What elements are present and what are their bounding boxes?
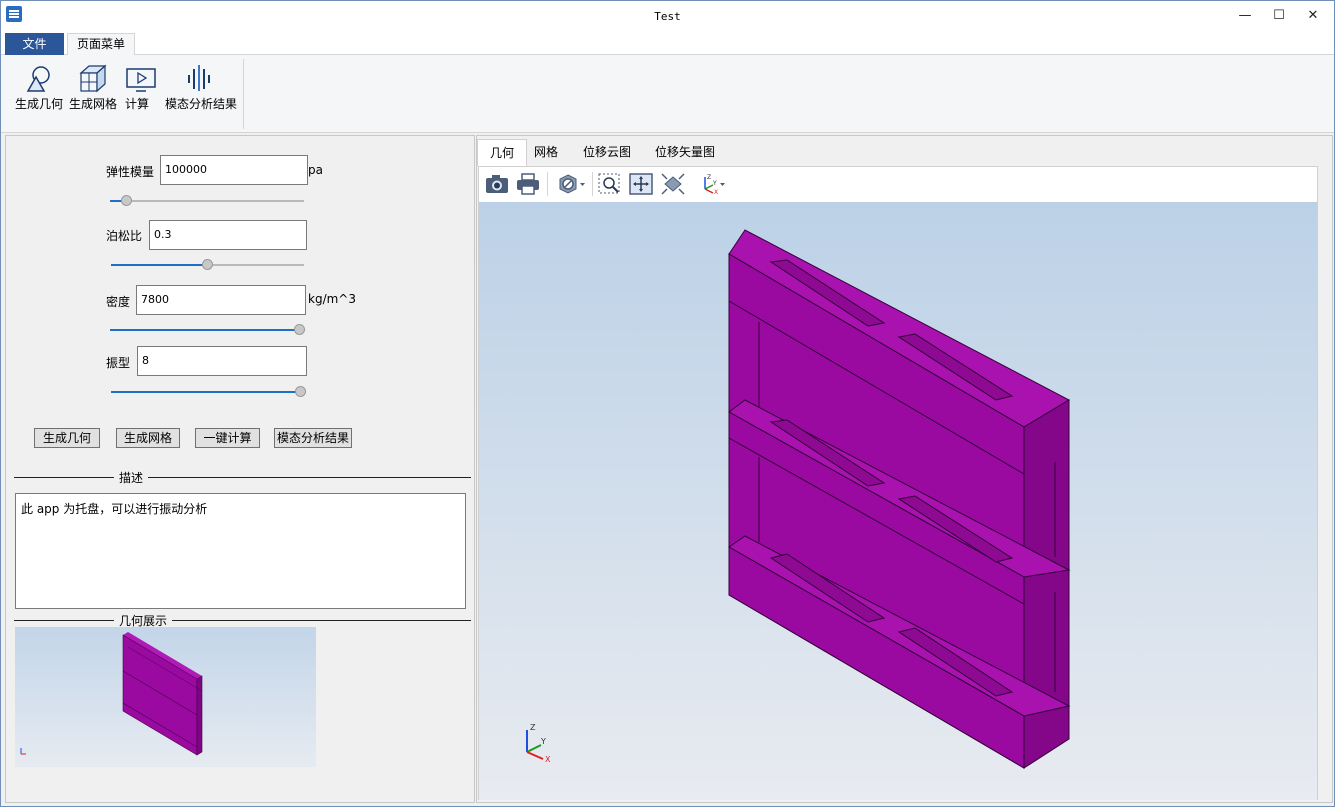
elastic-modulus-unit: pa — [308, 163, 323, 177]
ribbon-tab-bar: 文件 页面菜单 — [1, 31, 1334, 56]
viewer-panel: 几何 网格 位移云图 位移矢量图 Z Y X Z Y X — [476, 135, 1333, 803]
parameter-panel: 弹性模量 100000 pa 泊松比 0.3 密度 7800 kg/m^3 振型… — [5, 135, 475, 803]
axes-orient-icon[interactable]: Z Y X — [697, 172, 727, 196]
toolbar-separator — [592, 172, 593, 196]
density-unit: kg/m^3 — [308, 292, 356, 306]
elastic-modulus-input[interactable]: 100000 — [160, 155, 308, 185]
slider-handle[interactable] — [121, 195, 132, 206]
ribbon-label: 模态分析结果 — [165, 97, 238, 111]
mode-shape-input[interactable]: 8 — [137, 346, 307, 376]
minimize-button[interactable]: — — [1228, 1, 1262, 31]
mode-shape-label: 振型 — [106, 356, 131, 370]
slider-handle[interactable] — [295, 386, 306, 397]
description-title: 描述 — [114, 469, 149, 486]
mesh-icon — [79, 64, 107, 93]
reset-view-icon[interactable] — [660, 172, 686, 196]
svg-text:Y: Y — [712, 180, 717, 187]
elastic-modulus-slider[interactable] — [110, 195, 304, 207]
visibility-icon[interactable] — [557, 172, 587, 196]
ribbon-generate-mesh-button[interactable]: 生成网格 — [69, 61, 117, 117]
title-bar: Test — ☐ ✕ — [1, 1, 1334, 31]
slider-handle[interactable] — [202, 259, 213, 270]
camera-icon[interactable] — [484, 172, 510, 196]
modal-result-icon — [188, 65, 210, 91]
poisson-ratio-slider[interactable] — [111, 259, 304, 271]
one-click-compute-button[interactable]: 一键计算 — [195, 428, 260, 448]
pallet-model — [728, 229, 1071, 769]
axis-y-label: Y — [540, 737, 546, 746]
description-group-line — [14, 477, 471, 478]
axes-triad-icon — [20, 748, 26, 755]
maximize-button[interactable]: ☐ — [1262, 1, 1296, 31]
ribbon-panel: 生成几何 生成网格 计算 模态分析结果 — [1, 55, 1334, 133]
ribbon-compute-button[interactable]: 计算 — [125, 61, 157, 117]
ribbon-label: 生成几何 — [15, 97, 64, 111]
tab-mesh[interactable]: 网格 — [522, 139, 570, 166]
density-input[interactable]: 7800 — [136, 285, 306, 315]
poisson-ratio-input[interactable]: 0.3 — [149, 220, 307, 250]
generate-mesh-button[interactable]: 生成网格 — [116, 428, 180, 448]
preview-group-line — [14, 620, 471, 621]
axis-z-label: Z — [530, 723, 536, 732]
density-slider[interactable] — [110, 324, 305, 336]
svg-text:Z: Z — [707, 174, 711, 181]
window-title: Test — [654, 10, 681, 23]
poisson-ratio-label: 泊松比 — [106, 229, 143, 243]
svg-text:X: X — [714, 189, 718, 196]
app-window: Test — ☐ ✕ 文件 页面菜单 生成几何 生成网格 计算 模态分析结果 弹… — [0, 0, 1335, 807]
close-button[interactable]: ✕ — [1296, 1, 1330, 31]
ribbon-modal-result-button[interactable]: 模态分析结果 — [165, 61, 238, 117]
compute-icon — [126, 68, 156, 92]
ribbon-separator — [243, 59, 244, 129]
tab-geometry[interactable]: 几何 — [477, 139, 528, 166]
viewer-toolbar: Z Y X — [479, 167, 1317, 201]
ribbon-label: 生成网格 — [69, 97, 118, 111]
ribbon-label: 计算 — [125, 97, 150, 111]
print-icon[interactable] — [515, 172, 541, 196]
3d-canvas[interactable]: Z Y X — [479, 202, 1317, 800]
slider-handle[interactable] — [294, 324, 305, 335]
3d-viewer: Z Y X Z Y X — [478, 166, 1318, 800]
tab-file[interactable]: 文件 — [5, 33, 64, 55]
generate-geometry-button[interactable]: 生成几何 — [34, 428, 100, 448]
toolbar-separator — [547, 172, 548, 196]
description-textbox[interactable]: 此 app 为托盘，可以进行振动分析 — [15, 493, 466, 609]
axes-triad-icon: Z Y X — [526, 723, 551, 764]
tab-page-menu[interactable]: 页面菜单 — [67, 33, 135, 56]
density-label: 密度 — [106, 295, 131, 309]
axis-x-label: X — [545, 755, 551, 764]
ribbon-generate-geometry-button[interactable]: 生成几何 — [15, 61, 64, 117]
tab-displacement-vector[interactable]: 位移矢量图 — [643, 139, 727, 166]
geometry-preview-image — [15, 627, 316, 767]
geometry-icon — [26, 66, 50, 92]
viewer-tab-bar: 几何 网格 位移云图 位移矢量图 — [477, 136, 1334, 166]
fit-view-icon[interactable] — [628, 172, 654, 196]
mode-shape-slider[interactable] — [111, 386, 306, 398]
modal-analysis-result-button[interactable]: 模态分析结果 — [274, 428, 352, 448]
tab-displacement-contour[interactable]: 位移云图 — [571, 139, 643, 166]
pallet-thumbnail — [122, 632, 203, 756]
zoom-box-icon[interactable] — [597, 172, 623, 196]
elastic-modulus-label: 弹性模量 — [106, 165, 155, 179]
